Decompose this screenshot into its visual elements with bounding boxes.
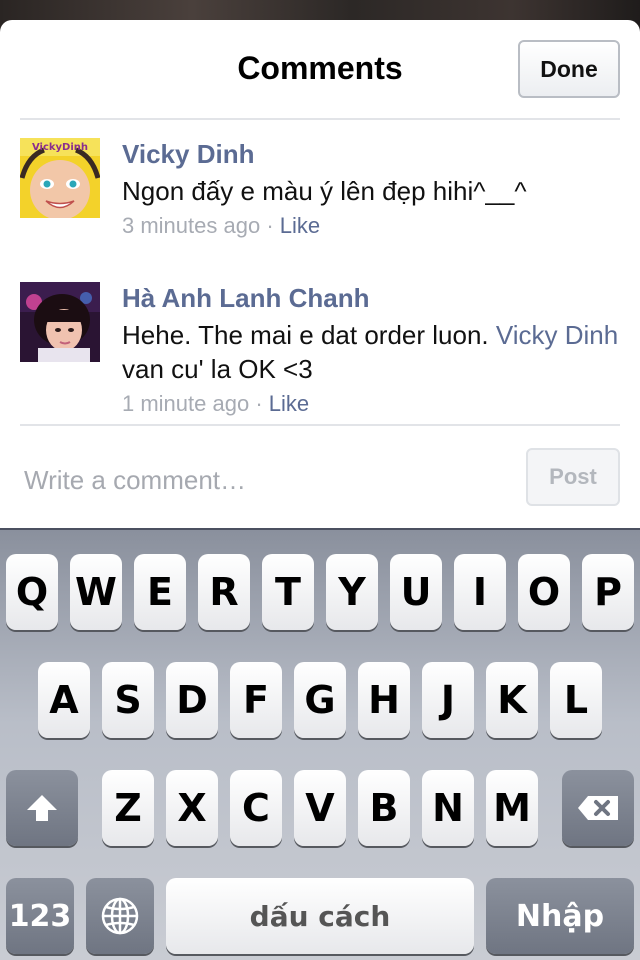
comment-text-after: van cu' la OK <3 bbox=[122, 354, 313, 384]
sheet-header: Comments Done bbox=[0, 20, 640, 118]
comment-input[interactable] bbox=[24, 460, 504, 500]
key-d[interactable]: D bbox=[166, 662, 218, 738]
key-m[interactable]: M bbox=[486, 770, 538, 846]
comment-text: Ngon đấy e màu ý lên đẹp hihi^__^ bbox=[122, 176, 527, 206]
key-f[interactable]: F bbox=[230, 662, 282, 738]
meta-separator: · bbox=[266, 213, 274, 238]
key-r[interactable]: R bbox=[198, 554, 250, 630]
avatar[interactable]: VickyDinh bbox=[20, 138, 100, 218]
key-x[interactable]: X bbox=[166, 770, 218, 846]
key-a[interactable]: A bbox=[38, 662, 90, 738]
key-w[interactable]: W bbox=[70, 554, 122, 630]
key-c[interactable]: C bbox=[230, 770, 282, 846]
comments-sheet: Comments Done VickyDinh Vicky Dinh Ngon … bbox=[0, 20, 640, 528]
comment-meta: 1 minute ago · Like bbox=[122, 390, 620, 418]
comment-text: Hehe. The mai e dat order luon. Vicky Di… bbox=[122, 318, 620, 386]
key-g[interactable]: G bbox=[294, 662, 346, 738]
svg-text:VickyDinh: VickyDinh bbox=[32, 142, 88, 153]
post-button[interactable]: Post bbox=[526, 448, 620, 506]
key-k[interactable]: K bbox=[486, 662, 538, 738]
key-e[interactable]: E bbox=[134, 554, 186, 630]
key-l[interactable]: L bbox=[550, 662, 602, 738]
comment-item: VickyDinh Vicky Dinh Ngon đấy e màu ý lê… bbox=[20, 138, 620, 238]
return-key[interactable]: Nhập bbox=[486, 878, 634, 954]
avatar[interactable] bbox=[20, 282, 100, 362]
comment-time: 3 minutes ago bbox=[122, 213, 261, 238]
key-u[interactable]: U bbox=[390, 554, 442, 630]
comment-author[interactable]: Hà Anh Lanh Chanh bbox=[122, 282, 620, 314]
comment-meta: 3 minutes ago · Like bbox=[122, 212, 620, 240]
key-o[interactable]: O bbox=[518, 554, 570, 630]
comment-item: Hà Anh Lanh Chanh Hehe. The mai e dat or… bbox=[20, 282, 620, 422]
divider bbox=[20, 424, 620, 426]
key-v[interactable]: V bbox=[294, 770, 346, 846]
shift-key[interactable] bbox=[6, 770, 78, 846]
like-link[interactable]: Like bbox=[269, 391, 309, 416]
numbers-key[interactable]: 123 bbox=[6, 878, 74, 954]
done-button[interactable]: Done bbox=[518, 40, 620, 98]
globe-icon bbox=[100, 896, 140, 936]
key-q[interactable]: Q bbox=[6, 554, 58, 630]
key-z[interactable]: Z bbox=[102, 770, 154, 846]
shift-icon bbox=[25, 793, 59, 823]
comment-author[interactable]: Vicky Dinh bbox=[122, 138, 620, 170]
meta-separator: · bbox=[255, 391, 263, 416]
key-n[interactable]: N bbox=[422, 770, 474, 846]
key-i[interactable]: I bbox=[454, 554, 506, 630]
delete-key[interactable] bbox=[562, 770, 634, 846]
keyboard: Q W E R T Y U I O P A S D F G H J K L Z … bbox=[0, 528, 640, 960]
comment-text-before: Hehe. The mai e dat order luon. bbox=[122, 320, 489, 350]
mention-link[interactable]: Vicky Dinh bbox=[496, 320, 618, 350]
space-key[interactable]: dấu cách bbox=[166, 878, 474, 954]
delete-icon bbox=[576, 794, 620, 822]
comment-body: Hà Anh Lanh Chanh Hehe. The mai e dat or… bbox=[122, 282, 620, 418]
key-b[interactable]: B bbox=[358, 770, 410, 846]
key-t[interactable]: T bbox=[262, 554, 314, 630]
divider bbox=[20, 118, 620, 120]
comment-time: 1 minute ago bbox=[122, 391, 250, 416]
key-s[interactable]: S bbox=[102, 662, 154, 738]
comment-body: Vicky Dinh Ngon đấy e màu ý lên đẹp hihi… bbox=[122, 138, 620, 240]
key-y[interactable]: Y bbox=[326, 554, 378, 630]
like-link[interactable]: Like bbox=[280, 213, 320, 238]
globe-key[interactable] bbox=[86, 878, 154, 954]
key-j[interactable]: J bbox=[422, 662, 474, 738]
key-p[interactable]: P bbox=[582, 554, 634, 630]
key-h[interactable]: H bbox=[358, 662, 410, 738]
